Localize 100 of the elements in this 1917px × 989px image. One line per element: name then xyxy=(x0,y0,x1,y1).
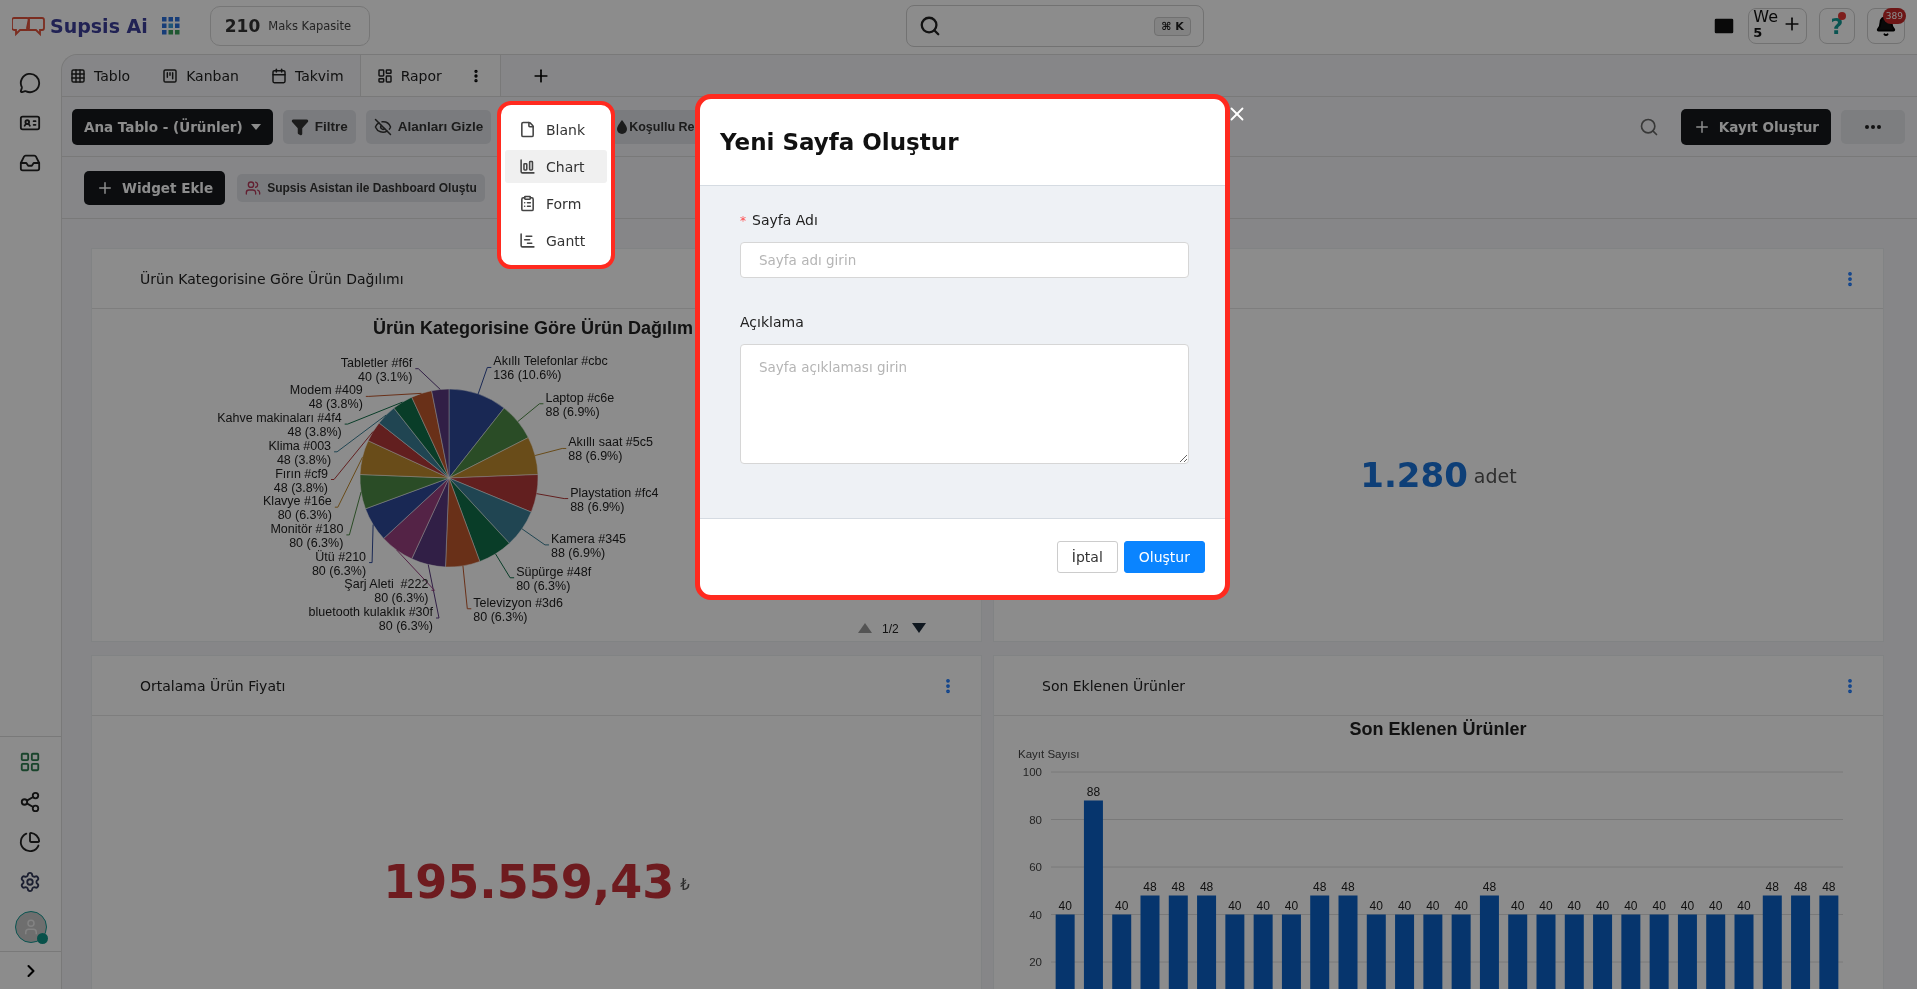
leader-line xyxy=(414,368,441,390)
leader-line xyxy=(521,528,550,546)
table-select[interactable]: Ana Tablo - (Ürünler) xyxy=(72,108,273,145)
menu-item[interactable]: Form xyxy=(505,187,607,220)
slice-value: 48 (3.8%) xyxy=(276,452,332,467)
view-tab[interactable]: Takvim xyxy=(254,55,360,96)
slice-label: Klima #003 xyxy=(268,438,332,453)
assistant-button[interactable]: Supsis Asistan ile Dashboard Oluştu xyxy=(237,173,485,202)
data-label: 40 xyxy=(1709,898,1723,913)
data-label: 40 xyxy=(1652,898,1666,913)
workspace-button[interactable]: We 5 xyxy=(1748,8,1807,44)
page-down-icon[interactable] xyxy=(912,623,926,633)
view-tab[interactable]: Kanban xyxy=(146,55,255,96)
leader-line xyxy=(477,366,492,395)
data-label: 40 xyxy=(1397,898,1412,913)
text-area[interactable]: Sayfa açıklaması girin xyxy=(740,344,1189,464)
slice-value: 48 (3.8%) xyxy=(287,425,342,440)
create-record-button[interactable]: Kayıt Oluştur xyxy=(1680,108,1831,145)
notifications-button[interactable]: 389 xyxy=(1867,8,1905,44)
metric-value: 195.559,43 xyxy=(383,855,675,909)
user-avatar[interactable] xyxy=(14,911,47,943)
data-label: 40 xyxy=(1369,898,1383,913)
slice-label: Modem #409 xyxy=(289,383,363,398)
data-label: 40 xyxy=(1284,898,1299,913)
leader-line xyxy=(536,493,569,500)
slice-label: Ütü #210 xyxy=(315,549,367,564)
shortcut-key: ⌘ K xyxy=(1154,16,1191,36)
menu-icon xyxy=(519,232,536,249)
data-label: 48 xyxy=(1793,879,1808,894)
slice-value: 80 (6.3%) xyxy=(374,591,429,606)
legend-page: 1/2 xyxy=(882,622,899,636)
menu-item[interactable]: Chart xyxy=(505,150,607,183)
apps-icon[interactable] xyxy=(161,17,180,35)
slice-label: Süpürge #48f xyxy=(516,564,592,579)
tick-label: 100 xyxy=(1022,766,1042,778)
data-label: 40 xyxy=(1567,898,1581,913)
slice-value: 88 (6.9%) xyxy=(551,545,606,560)
slice-value: 80 (6.3%) xyxy=(289,535,344,550)
slice-label: Televizyon #3d6 xyxy=(473,595,563,610)
slice-value: 80 (6.3%) xyxy=(516,578,571,593)
data-label: 48 xyxy=(1822,879,1836,894)
menu-item[interactable]: Gantt xyxy=(505,224,607,257)
chat-icon[interactable] xyxy=(18,72,43,96)
data-label: 40 xyxy=(1511,898,1525,913)
slice-label: bluetooth kulaklık #30f xyxy=(308,605,433,619)
slice-label: Akıllı saat #5c5 xyxy=(568,435,653,450)
slice-value: 80 (6.3%) xyxy=(311,563,367,578)
slice-value: 80 (6.3%) xyxy=(277,508,332,523)
metric-value: 1.280 xyxy=(1360,455,1468,495)
data-label: 48 xyxy=(1199,879,1214,894)
notification-badge: 389 xyxy=(1882,8,1906,24)
slice-value: 88 (6.9%) xyxy=(568,449,623,464)
capacity-value: 210 xyxy=(224,16,261,36)
add-widget-button[interactable]: Widget Ekle xyxy=(84,170,226,205)
toolbar-button[interactable]: Filtre xyxy=(282,109,356,144)
slice-value: 48 (3.8%) xyxy=(308,397,363,412)
metric-unit: ₺ xyxy=(680,876,690,894)
droplet-icon xyxy=(617,119,628,134)
slice-label: Playstation #fc4 xyxy=(570,485,659,500)
slice-value: 40 (3.1%) xyxy=(358,369,413,384)
more-button[interactable] xyxy=(1841,109,1905,144)
data-label: 40 xyxy=(1228,898,1242,913)
slice-value: 80 (6.3%) xyxy=(378,619,433,633)
chart-title: Ürün Kategorisine Göre Ürün Dağılım xyxy=(373,318,694,338)
toolbar-button[interactable]: Alanları Gizle xyxy=(365,109,492,144)
data-label: 48 xyxy=(1171,879,1185,894)
input-field[interactable]: Sayfa adı girin xyxy=(740,242,1189,278)
slice-label: Kamera #345 xyxy=(551,531,627,546)
menu-icon xyxy=(519,121,536,138)
data-label: 40 xyxy=(1115,898,1129,913)
page-up-icon[interactable] xyxy=(858,623,872,633)
leader-line xyxy=(495,553,515,579)
slice-label: Laptop #c6e xyxy=(545,390,615,405)
cancel-button[interactable]: İptal xyxy=(1056,541,1118,573)
view-tab[interactable]: Rapor xyxy=(359,55,501,96)
search-field[interactable]: ⌘ K xyxy=(905,5,1204,47)
slice-value: 88 (6.9%) xyxy=(545,404,600,419)
data-label: 48 xyxy=(1313,879,1327,894)
pie-chart-icon[interactable] xyxy=(18,831,43,855)
slice-label: Fırın #cf9 xyxy=(275,466,328,481)
tick-label: 40 xyxy=(1029,908,1042,921)
menu-item[interactable]: Blank xyxy=(505,113,607,146)
create-button[interactable]: Oluştur xyxy=(1123,541,1205,573)
tick-label: 80 xyxy=(1029,813,1042,826)
search-icon[interactable] xyxy=(1638,116,1659,137)
data-label: 40 xyxy=(1737,898,1751,913)
view-tab[interactable]: Tablo xyxy=(68,55,147,96)
menu-icon xyxy=(519,158,536,175)
slice-label: Şarj Aleti #222 xyxy=(344,577,429,592)
slice-label: Akıllı Telefonlar #cbc xyxy=(493,354,608,369)
field-label: Açıklama xyxy=(740,314,805,330)
slice-label: Kahve makinaları #4f4 xyxy=(217,411,342,426)
slice-value: 88 (6.9%) xyxy=(570,499,625,514)
data-label: 40 xyxy=(1624,898,1638,913)
data-label: 40 xyxy=(1454,898,1468,913)
chart-title: Son Eklenen Ürünler xyxy=(1349,719,1527,739)
dialog-title: Yeni Sayfa Oluştur xyxy=(720,129,959,155)
data-label: 40 xyxy=(1539,898,1553,913)
data-label: 40 xyxy=(1426,898,1440,913)
data-label: 40 xyxy=(1058,898,1072,913)
